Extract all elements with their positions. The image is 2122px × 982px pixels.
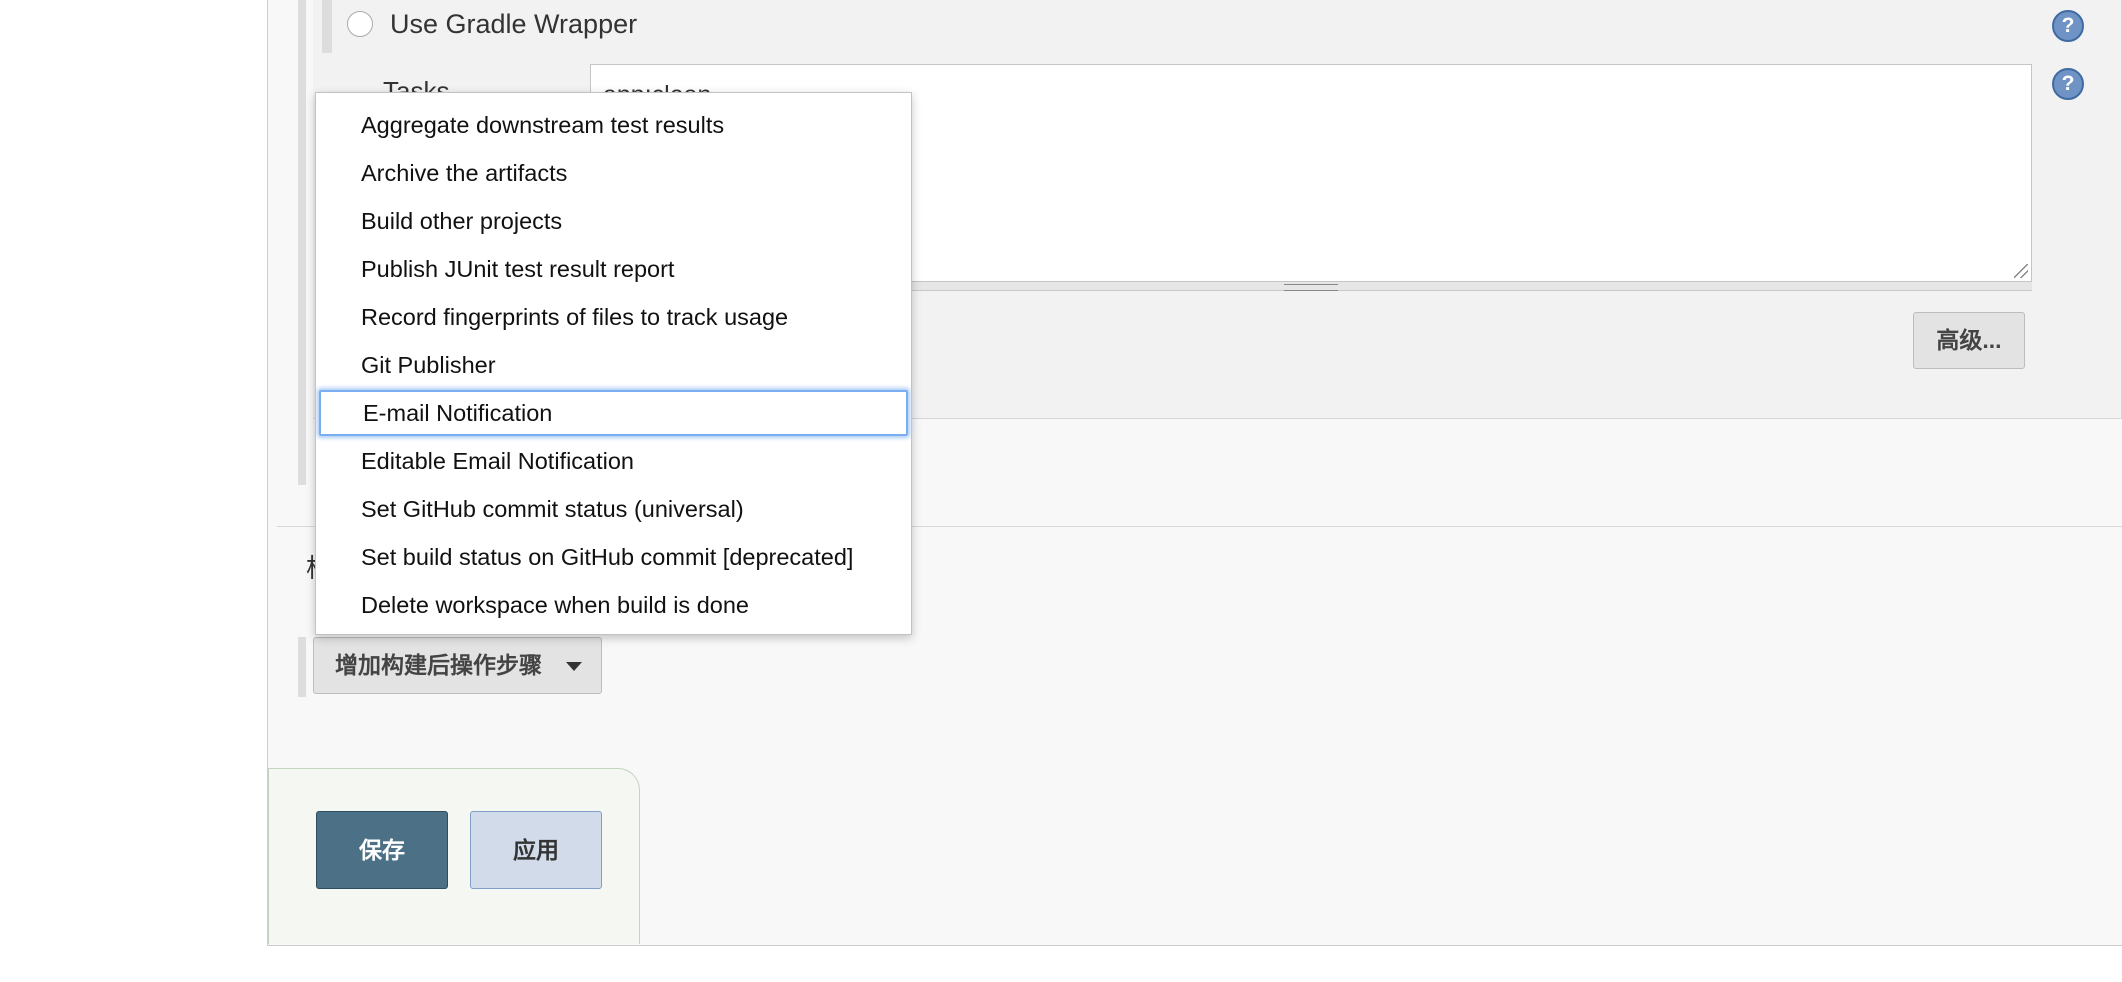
menu-item-publish-junit[interactable]: Publish JUnit test result report <box>316 245 911 293</box>
post-build-section-bar <box>298 0 306 485</box>
post-build-action-menu: Aggregate downstream test results Archiv… <box>315 92 912 635</box>
caret-down-icon[interactable] <box>566 662 582 671</box>
help-icon[interactable]: ? <box>2052 10 2084 42</box>
add-post-build-step-button[interactable]: 增加构建后操作步骤 <box>313 637 602 694</box>
menu-item-delete-workspace[interactable]: Delete workspace when build is done <box>316 581 911 629</box>
use-gradle-wrapper-radio[interactable] <box>347 11 373 37</box>
menu-item-editable-email[interactable]: Editable Email Notification <box>316 437 911 485</box>
advanced-button[interactable]: 高级... <box>1913 312 2025 369</box>
apply-button[interactable]: 应用 <box>470 811 602 889</box>
menu-item-aggregate-test-results[interactable]: Aggregate downstream test results <box>316 101 911 149</box>
resize-handle-icon[interactable] <box>2014 264 2028 278</box>
add-step-bar <box>298 637 306 697</box>
add-post-build-step-label: 增加构建后操作步骤 <box>335 652 542 678</box>
menu-item-record-fingerprints[interactable]: Record fingerprints of files to track us… <box>316 293 911 341</box>
menu-item-git-publisher[interactable]: Git Publisher <box>316 341 911 389</box>
help-icon[interactable]: ? <box>2052 68 2084 100</box>
menu-item-archive-artifacts[interactable]: Archive the artifacts <box>316 149 911 197</box>
menu-item-build-other-projects[interactable]: Build other projects <box>316 197 911 245</box>
save-button[interactable]: 保存 <box>316 811 448 889</box>
menu-item-github-commit-status[interactable]: Set GitHub commit status (universal) <box>316 485 911 533</box>
menu-item-email-notification[interactable]: E-mail Notification <box>319 390 908 436</box>
use-gradle-wrapper-label[interactable]: Use Gradle Wrapper <box>390 9 637 40</box>
gradle-option-bar <box>322 0 332 53</box>
grip-icon[interactable] <box>1284 284 1338 291</box>
menu-item-github-build-status-deprecated[interactable]: Set build status on GitHub commit [depre… <box>316 533 911 581</box>
